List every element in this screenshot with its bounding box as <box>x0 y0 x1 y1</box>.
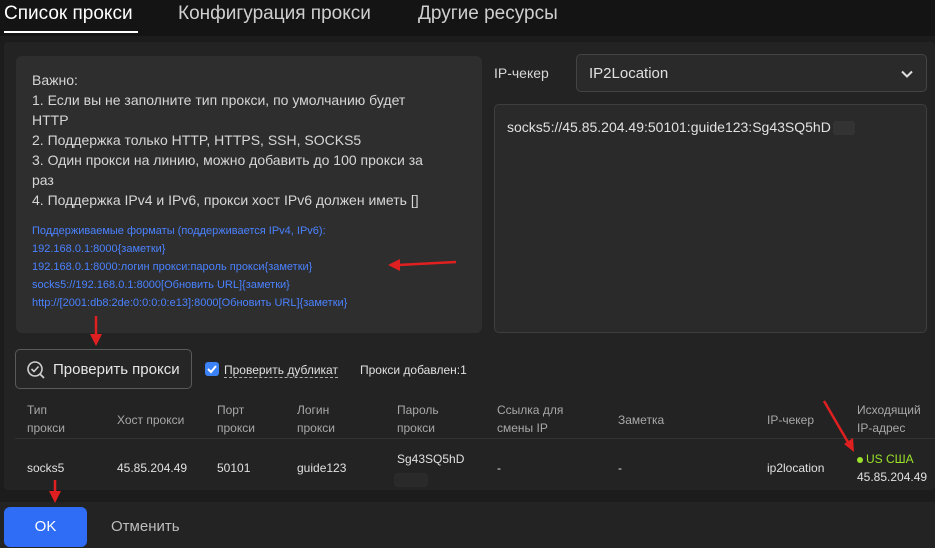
added-status: Прокси добавлен:1 <box>360 363 467 377</box>
header-text: прокси <box>397 421 435 435</box>
header-text: Порт <box>217 403 245 417</box>
header-text: Хост прокси <box>117 413 185 427</box>
status-dot-icon <box>857 456 863 463</box>
tab-proxy-list[interactable]: Список прокси <box>4 3 133 25</box>
info-notes: Важно: 1. Если вы не заполните тип прокс… <box>16 56 482 333</box>
active-tab-indicator <box>4 31 138 33</box>
note-line: 3. Один прокси на линию, можно добавить … <box>32 152 423 168</box>
cell-port: 50101 <box>217 461 251 475</box>
cell-change-url: - <box>497 461 501 475</box>
header-text: IP-адрес <box>857 421 906 435</box>
note-line: 2. Поддержка только HTTP, HTTPS, SSH, SO… <box>32 132 362 148</box>
header-text: Тип <box>27 403 48 417</box>
note-line: 1. Если вы не заполните тип прокси, по у… <box>32 92 406 108</box>
header-text: прокси <box>297 421 335 435</box>
check-proxy-label: Проверить прокси <box>53 361 180 378</box>
header-text: Ссылка для <box>497 403 564 417</box>
duplicate-checkbox[interactable] <box>205 362 219 376</box>
redacted-area <box>832 121 855 136</box>
tab-other-resources[interactable]: Другие ресурсы <box>418 3 558 25</box>
col-header-host: Хост прокси <box>117 411 184 429</box>
location-badge: US США <box>857 452 914 466</box>
checkmark-icon <box>207 365 217 374</box>
search-check-icon <box>27 361 45 379</box>
ok-button[interactable]: OK <box>4 507 87 547</box>
col-header-checker: IP-чекер <box>767 411 814 429</box>
col-header-type: Тип прокси <box>27 401 65 437</box>
ip-checker-value: IP2Location <box>589 65 669 82</box>
header-text: Логин <box>297 403 330 417</box>
cell-host: 45.85.204.49 <box>117 461 188 475</box>
note-line: HTTP <box>32 112 69 128</box>
header-text: смены IP <box>497 421 548 435</box>
check-proxy-button[interactable]: Проверить прокси <box>15 349 192 389</box>
col-header-outgoing-ip: Исходящий IP-адрес <box>857 401 921 437</box>
cancel-button[interactable]: Отменить <box>111 518 180 535</box>
header-text: IP-чекер <box>767 413 814 427</box>
format-line: socks5://192.168.0.1:8000[Обновить URL]{… <box>32 279 290 291</box>
header-text: прокси <box>27 421 65 435</box>
col-header-note: Заметка <box>618 411 664 429</box>
tab-bar: Список прокси Конфигурация прокси Другие… <box>0 0 935 36</box>
tab-proxy-config[interactable]: Конфигурация прокси <box>178 3 371 25</box>
proxy-input-text: socks5://45.85.204.49:50101:guide123:Sg4… <box>507 119 831 135</box>
chevron-down-icon <box>901 70 913 78</box>
table-divider <box>15 438 935 439</box>
duplicate-check-label[interactable]: Проверить дубликат <box>224 363 338 378</box>
format-line: http://[2001:db8:2de:0:0:0:0:e13]:8000[О… <box>32 297 348 309</box>
format-line: 192.168.0.1:8000{заметки} <box>32 243 166 255</box>
ok-label: OK <box>34 518 57 535</box>
col-header-login: Логин прокси <box>297 401 335 437</box>
cell-note: - <box>618 461 622 475</box>
header-text: Исходящий <box>857 403 921 417</box>
header-text: Пароль <box>397 403 439 417</box>
ip-checker-select[interactable]: IP2Location <box>576 54 927 92</box>
format-line: 192.168.0.1:8000:логин прокси:пароль про… <box>32 261 313 273</box>
col-header-change-url: Ссылка для смены IP <box>497 401 563 437</box>
cell-outgoing-ip: 45.85.204.49 <box>857 470 928 484</box>
redacted-area <box>394 473 428 487</box>
location-text: US США <box>866 452 914 466</box>
cell-login: guide123 <box>297 461 347 475</box>
cell-type: socks5 <box>27 461 65 475</box>
header-text: прокси <box>217 421 255 435</box>
note-line: Важно: <box>32 72 78 88</box>
supported-formats: Поддерживаемые форматы (поддерживается I… <box>32 222 466 312</box>
col-header-password: Пароль прокси <box>397 401 439 437</box>
format-line: Поддерживаемые форматы (поддерживается I… <box>32 225 326 237</box>
cell-checker: ip2location <box>767 461 825 475</box>
note-line: 4. Поддержка IPv4 и IPv6, прокси хост IP… <box>32 192 419 208</box>
header-text: Заметка <box>618 413 665 427</box>
proxy-input[interactable]: socks5://45.85.204.49:50101:guide123:Sg4… <box>494 104 927 333</box>
ip-checker-label: IP-чекер <box>494 65 549 81</box>
cell-password: Sg43SQ5hD <box>397 452 465 466</box>
col-header-port: Порт прокси <box>217 401 255 437</box>
note-line: раз <box>32 172 54 188</box>
